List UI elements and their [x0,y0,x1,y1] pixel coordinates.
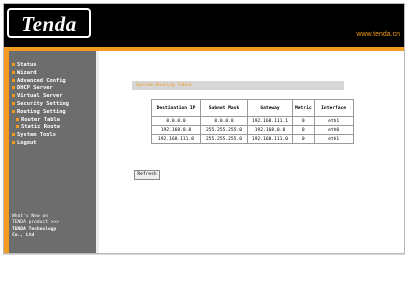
bullet-icon [12,70,15,74]
header-bar: Tenda www.tenda.cn [4,4,404,47]
table-row: 0.0.0.0 0.0.0.0 192.168.111.1 0 eth1 [151,116,354,126]
table-cell: 0 [292,134,315,144]
sidebar-item-logout[interactable]: Logout [9,140,96,148]
bullet-icon [12,94,15,98]
sidebar: Status Wizard Advanced Config DHCP Serve… [9,51,96,253]
column-header: Destination IP [151,99,201,117]
sidebar-item-label: Router Table [21,116,60,123]
sidebar-item-label: System Tools [17,132,56,139]
column-header: Metric [292,99,315,117]
site-url-link[interactable]: www.tenda.cn [356,31,400,38]
sidebar-item-label: Security Setting [17,100,69,107]
sidebar-item-static-route[interactable]: Static Route [9,124,96,132]
router-admin-window: Tenda www.tenda.cn Status Wizard Advance… [3,3,405,254]
table-cell: 255.255.255.0 [200,134,248,144]
table-row: 192.168.111.0 255.255.255.0 192.168.111.… [151,134,354,144]
sidebar-item-label: Virtual Server [17,93,63,100]
bullet-icon [12,63,15,66]
column-header: Interface [313,99,354,117]
bullet-icon [12,101,15,105]
bullet-icon [12,109,15,113]
sidebar-item-label: Static Route [21,124,60,131]
main-content: System Routing Table Destination IP Subn… [99,51,404,253]
sidebar-item-dhcp-server[interactable]: DHCP Server [9,85,96,93]
sidebar-item-virtual-server[interactable]: Virtual Server [9,93,96,101]
table-cell: 255.255.255.0 [200,125,248,135]
table-cell: 192.168.111.0 [151,134,201,144]
table-cell: 192.168.0.0 [151,125,201,135]
sidebar-item-router-table[interactable]: Router Table [9,117,96,125]
table-cell: 0 [292,116,315,126]
table-cell: eth0 [313,125,354,135]
table-cell: 0 [292,125,315,135]
sidebar-item-advanced-config[interactable]: Advanced Config [9,78,96,86]
bullet-icon [12,133,15,137]
table-cell: eth1 [313,134,354,144]
bullet-icon [16,117,19,121]
table-cell: 192.168.111.0 [247,134,293,144]
sidebar-item-label: Wizard [17,69,37,76]
sidebar-item-security-setting[interactable]: Security Setting [9,101,92,109]
section-header: System Routing Table [132,81,344,90]
sidebar-item-label: Advanced Config [17,77,66,84]
bullet-icon [12,78,15,82]
whats-new-link[interactable]: What's New on TENDA product >>> TENDA Te… [12,214,94,240]
routing-table: Destination IP Subnet Mask Gateway Metri… [151,99,354,144]
bullet-icon [16,125,19,129]
table-cell: eth1 [313,116,354,126]
table-cell: 0.0.0.0 [200,116,248,126]
tenda-logo[interactable]: Tenda [7,8,91,38]
table-cell: 0.0.0.0 [151,116,201,126]
sidebar-item-routing-setting[interactable]: Routing Setting [9,109,96,117]
sidebar-nav: Status Wizard Advanced Config DHCP Serve… [9,62,96,148]
table-header-row: Destination IP Subnet Mask Gateway Metri… [151,99,354,117]
table-cell: 192.168.111.1 [247,116,293,126]
sidebar-item-label: Status [17,62,37,68]
company-suffix-line: Co., Ltd [12,233,35,239]
refresh-button[interactable]: Refresh [134,170,160,180]
sidebar-item-system-tools[interactable]: System Tools [9,132,96,140]
bullet-icon [12,140,15,144]
section-title: System Routing Table [136,83,192,88]
sidebar-item-label: Routing Setting [17,108,66,115]
bottom-divider [3,254,405,255]
bullet-icon [12,86,15,90]
sidebar-item-status[interactable]: Status [9,62,96,70]
sidebar-item-label: Logout [17,139,37,146]
table-row: 192.168.0.0 255.255.255.0 192.168.0.0 0 … [151,125,354,135]
sidebar-item-label: DHCP Server [17,85,53,92]
column-header: Gateway [247,99,293,117]
sidebar-item-wizard[interactable]: Wizard [9,70,96,78]
table-cell: 192.168.0.0 [247,125,293,135]
column-header: Subnet Mask [200,99,248,117]
